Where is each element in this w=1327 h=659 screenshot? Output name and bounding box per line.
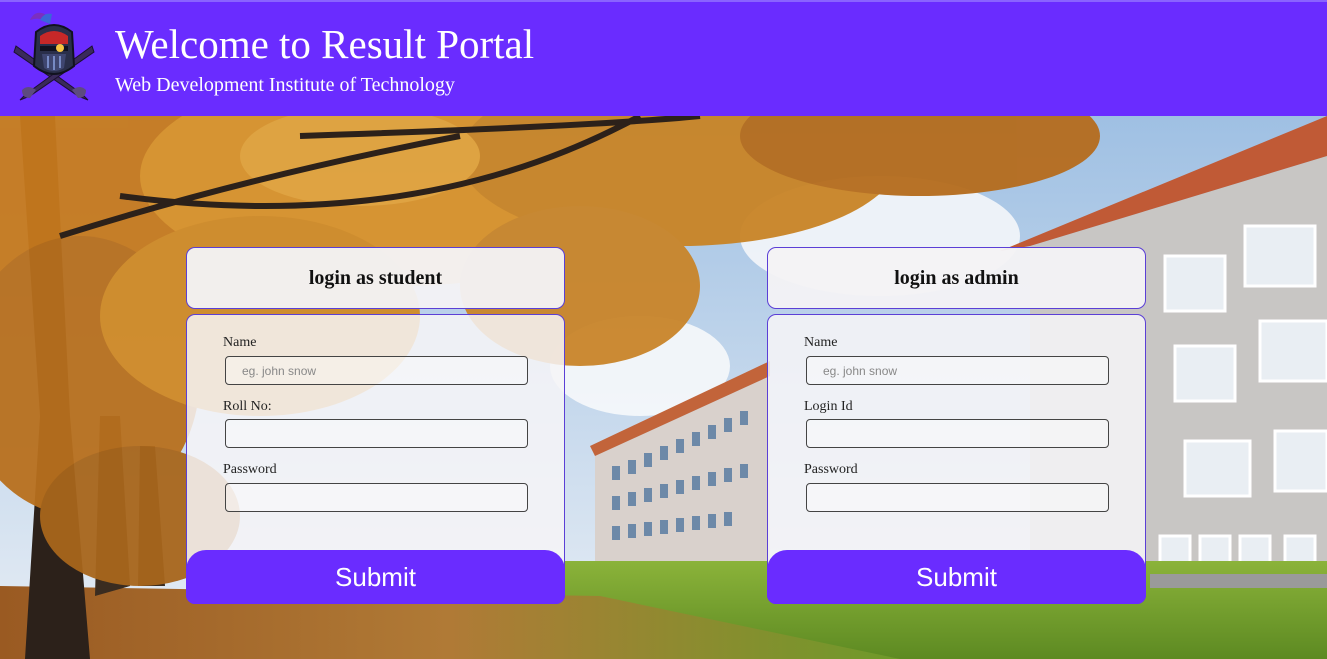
admin-login-id-input[interactable] xyxy=(806,419,1109,448)
page-subtitle: Web Development Institute of Technology xyxy=(115,74,455,96)
student-roll-input[interactable] xyxy=(225,419,528,448)
knight-helmet-crossed-swords-icon xyxy=(13,12,95,101)
admin-name-label: Name xyxy=(804,335,838,350)
admin-name-input[interactable] xyxy=(806,356,1109,385)
admin-password-label: Password xyxy=(804,462,858,477)
student-roll-label: Roll No: xyxy=(223,399,272,414)
admin-submit-button[interactable]: Submit xyxy=(767,550,1146,604)
admin-login-id-label: Login Id xyxy=(804,399,853,414)
student-login-heading-card: login as student xyxy=(186,247,565,309)
student-name-input[interactable] xyxy=(225,356,528,385)
student-password-label: Password xyxy=(223,462,277,477)
student-submit-button[interactable]: Submit xyxy=(186,550,565,604)
student-name-label: Name xyxy=(223,335,257,350)
admin-password-input[interactable] xyxy=(806,483,1109,512)
student-password-input[interactable] xyxy=(225,483,528,512)
header-bar: Welcome to Result Portal Web Development… xyxy=(0,0,1327,116)
page-title: Welcome to Result Portal xyxy=(115,21,535,67)
admin-login-heading: login as admin xyxy=(894,266,1019,289)
admin-login-heading-card: login as admin xyxy=(767,247,1146,309)
student-login-heading: login as student xyxy=(308,266,443,289)
